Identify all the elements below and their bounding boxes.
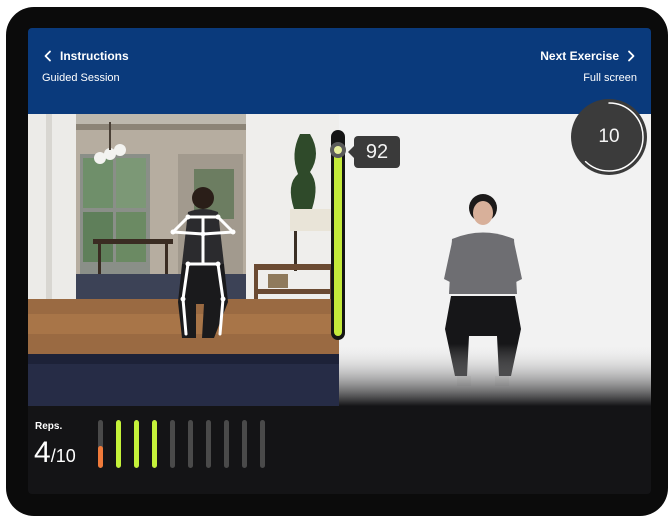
header-right: Next Exercise Full screen: [540, 49, 637, 84]
rep-bar-7: [206, 420, 211, 468]
reps-label: Reps.: [35, 421, 63, 432]
reps-current: 4: [34, 436, 51, 469]
rep-bar-4: [152, 420, 157, 468]
next-exercise-label: Next Exercise: [540, 49, 619, 63]
rep-bar-10: [260, 420, 265, 468]
rep-bar-6: [188, 420, 193, 468]
header-left: Instructions Guided Session: [42, 49, 129, 84]
form-score-meter: [330, 130, 346, 340]
session-header: Instructions Guided Session Next Exercis…: [28, 28, 651, 114]
rep-bar-fill: [98, 446, 103, 468]
instructions-label: Instructions: [60, 49, 129, 63]
living-room-scene: [28, 114, 339, 406]
rep-progress-bars: [98, 420, 278, 468]
rep-bar-2: [116, 420, 121, 468]
rep-bar-8: [224, 420, 229, 468]
form-score-fill: [334, 150, 342, 336]
next-exercise-link[interactable]: Next Exercise: [540, 49, 637, 63]
timer-value: 10: [598, 126, 620, 147]
rep-bar-fill: [134, 420, 139, 468]
chevron-left-icon: [44, 50, 51, 62]
rep-bar-1: [98, 420, 103, 468]
full-screen-link[interactable]: Full screen: [540, 72, 637, 84]
rep-bar-fill: [116, 420, 121, 468]
app-screen: Instructions Guided Session Next Exercis…: [28, 28, 651, 494]
reps-total: /10: [50, 446, 76, 466]
rep-bar-5: [170, 420, 175, 468]
rep-bar-3: [134, 420, 139, 468]
form-score-badge: 92: [348, 136, 400, 168]
reps-panel: Reps. 4/10: [28, 406, 651, 494]
reps-counter: 4/10: [34, 436, 76, 470]
chevron-right-icon: [628, 50, 635, 62]
guided-session-link[interactable]: Guided Session: [42, 72, 129, 84]
rep-bar-9: [242, 420, 247, 468]
user-camera-feed: [28, 114, 339, 406]
rep-bar-fill: [152, 420, 157, 468]
form-score-knob: [330, 142, 346, 158]
instructions-link[interactable]: Instructions: [42, 49, 129, 63]
countdown-timer: 10: [570, 98, 648, 176]
